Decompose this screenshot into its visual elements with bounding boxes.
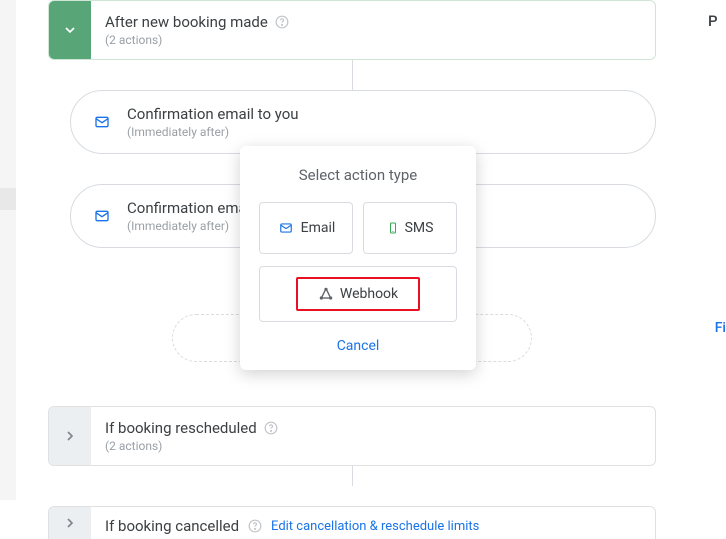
left-sidebar-stub	[0, 0, 16, 500]
email-icon	[89, 208, 115, 224]
sms-icon	[387, 219, 399, 237]
trigger-title: After new booking made	[105, 13, 268, 31]
collapse-toggle[interactable]	[49, 1, 91, 59]
option-label: Email	[301, 220, 336, 236]
chevron-right-icon	[62, 428, 78, 444]
option-webhook-highlight: Webhook	[296, 277, 420, 311]
trigger-subtitle: (2 actions)	[105, 439, 641, 453]
left-sidebar-highlight	[0, 188, 16, 210]
chevron-right-icon	[62, 515, 78, 531]
action-confirmation-email-you[interactable]: Confirmation email to you (Immediately a…	[70, 90, 656, 154]
expand-toggle[interactable]	[49, 407, 91, 465]
select-action-type-modal: Select action type Email SMS Webhook Can…	[240, 146, 476, 370]
trigger-title: If booking rescheduled	[105, 419, 257, 437]
option-sms[interactable]: SMS	[363, 202, 457, 254]
connector-line	[352, 466, 353, 486]
action-title: Confirmation ema	[127, 199, 247, 217]
option-email[interactable]: Email	[259, 202, 353, 254]
webhook-icon	[318, 286, 334, 302]
help-icon[interactable]	[247, 518, 263, 534]
expand-toggle[interactable]	[49, 507, 91, 539]
option-label: SMS	[405, 220, 434, 236]
action-subtitle: (Immediately after)	[127, 219, 247, 233]
edit-cancellation-link[interactable]: Edit cancellation & reschedule limits	[271, 519, 479, 534]
help-icon[interactable]	[274, 14, 290, 30]
cancel-button[interactable]: Cancel	[256, 338, 460, 354]
action-subtitle: (Immediately after)	[127, 125, 299, 139]
help-icon[interactable]	[263, 420, 279, 436]
trigger-rescheduled[interactable]: If booking rescheduled (2 actions)	[48, 406, 656, 466]
email-icon	[277, 221, 295, 235]
trigger-subtitle: (2 actions)	[105, 33, 641, 47]
option-label: Webhook	[340, 286, 398, 302]
trigger-cancelled[interactable]: If booking cancelled Edit cancellation &…	[48, 506, 656, 539]
trigger-new-booking[interactable]: After new booking made (2 actions)	[48, 0, 656, 60]
action-title: Confirmation email to you	[127, 105, 299, 123]
option-webhook-wrapper[interactable]: Webhook	[259, 266, 457, 322]
right-panel-link-fragment[interactable]: Fi	[715, 320, 726, 336]
right-panel-stub: P Fi	[708, 0, 726, 30]
email-icon	[89, 114, 115, 130]
trigger-title: If booking cancelled	[105, 517, 239, 535]
connector-line	[352, 60, 353, 90]
chevron-down-icon	[62, 22, 78, 38]
right-panel-header-fragment: P	[708, 12, 726, 30]
modal-title: Select action type	[256, 166, 460, 184]
